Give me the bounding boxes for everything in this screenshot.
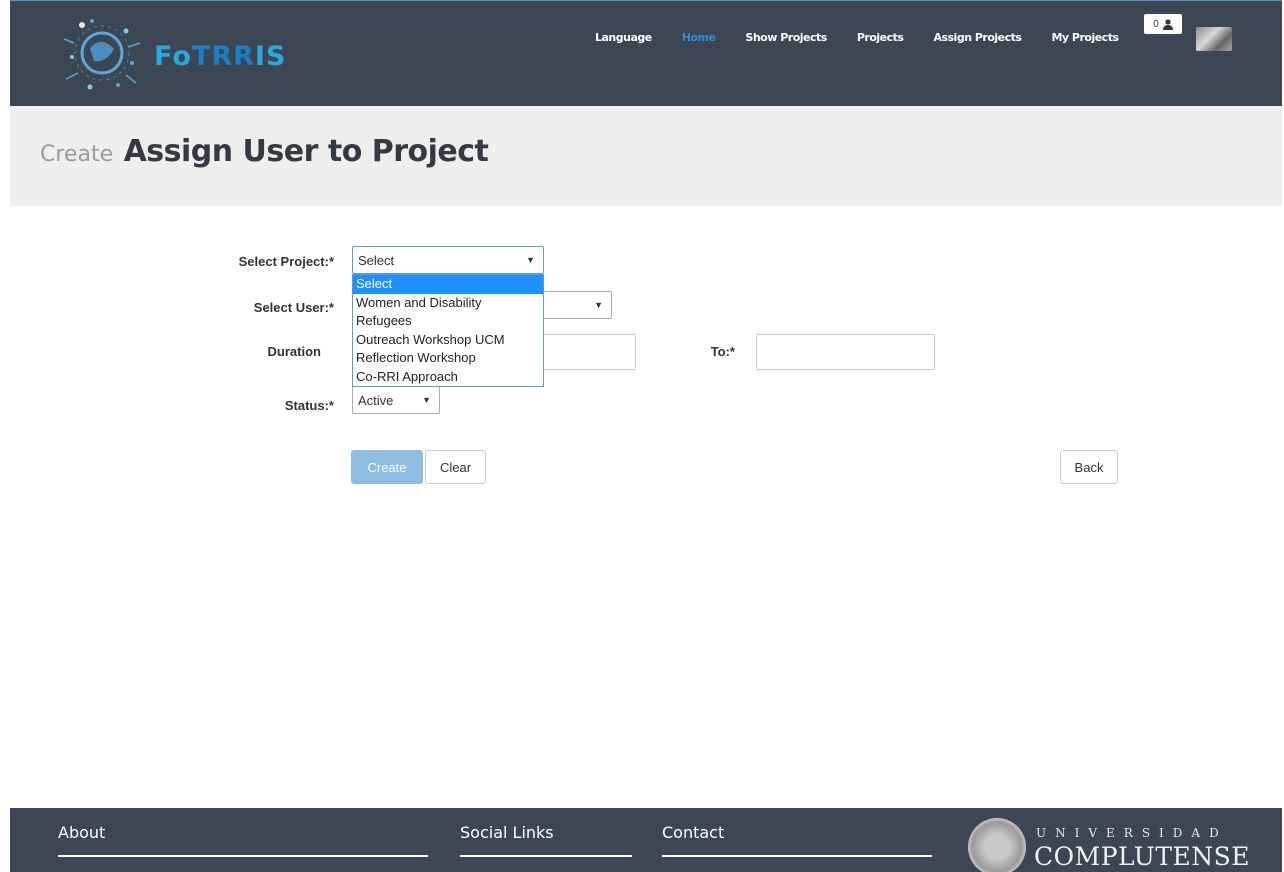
page-title: Create Assign User to Project: [40, 134, 489, 169]
project-option-co-rri-approach[interactable]: Co-RRI Approach: [353, 368, 543, 387]
create-button[interactable]: Create: [351, 450, 423, 484]
project-option-reflection-workshop[interactable]: Reflection Workshop: [353, 349, 543, 368]
main-nav: Language Home Show Projects Projects Ass…: [595, 31, 1149, 44]
to-label: To:*: [710, 344, 735, 359]
nav-home[interactable]: Home: [682, 31, 716, 44]
duration-label: Duration: [267, 344, 321, 359]
footer-contact-heading: Contact: [662, 823, 725, 842]
clear-button[interactable]: Clear: [425, 450, 486, 484]
footer-about-divider: [58, 855, 428, 857]
project-option-select[interactable]: Select: [353, 275, 543, 294]
chevron-down-icon: ▼: [526, 255, 535, 265]
project-option-women-and-disability[interactable]: Women and Disability: [353, 294, 543, 313]
ucm-seal-logo: [968, 818, 1026, 872]
select-project-label: Select Project:*: [238, 254, 334, 269]
project-options-list: Select Women and Disability Refugees Out…: [352, 274, 544, 387]
footer: About Social Links Contact UNIVERSIDAD C…: [10, 808, 1282, 872]
nav-language[interactable]: Language: [595, 31, 652, 44]
notification-count: 0: [1153, 18, 1159, 30]
window-border-left: [0, 0, 10, 872]
top-navbar: FoTRRIS Language Home Show Projects Proj…: [10, 0, 1282, 106]
project-option-outreach-workshop-ucm[interactable]: Outreach Workshop UCM: [353, 331, 543, 350]
title-band: Create Assign User to Project: [10, 106, 1282, 206]
user-icon: [1162, 18, 1173, 30]
select-user-label: Select User:*: [253, 300, 334, 315]
nav-projects[interactable]: Projects: [857, 31, 904, 44]
select-project-value: Select: [358, 253, 395, 268]
page-title-main: Assign User to Project: [123, 134, 489, 169]
user-avatar[interactable]: [1196, 27, 1232, 51]
status-value: Active: [358, 393, 394, 408]
nav-my-projects[interactable]: My Projects: [1051, 31, 1119, 44]
footer-social-heading: Social Links: [460, 823, 554, 842]
page-title-prefix: Create: [40, 142, 114, 167]
fotrris-logo[interactable]: FoTRRIS: [60, 13, 290, 97]
select-project-dropdown[interactable]: Select ▼: [352, 246, 544, 274]
footer-about-heading: About: [58, 823, 106, 842]
ucm-logo-top-text: UNIVERSIDAD: [1036, 826, 1228, 840]
chevron-down-icon: ▼: [594, 300, 603, 310]
status-dropdown[interactable]: Active ▼: [352, 386, 440, 414]
back-button[interactable]: Back: [1060, 450, 1118, 484]
logo-text: FoTRRIS: [154, 41, 287, 72]
nav-show-projects[interactable]: Show Projects: [745, 31, 827, 44]
globe-logo-icon: [63, 19, 141, 90]
duration-to-input[interactable]: [756, 334, 935, 370]
project-option-refugees[interactable]: Refugees: [353, 312, 543, 331]
notification-badge[interactable]: 0: [1144, 14, 1182, 34]
chevron-down-icon: ▼: [422, 395, 431, 405]
footer-contact-divider: [662, 855, 932, 857]
nav-assign-projects[interactable]: Assign Projects: [933, 31, 1022, 44]
ucm-logo-bottom-text: COMPLUTENSE: [1034, 842, 1251, 871]
footer-social-divider: [460, 855, 632, 857]
status-label: Status:*: [284, 398, 334, 413]
